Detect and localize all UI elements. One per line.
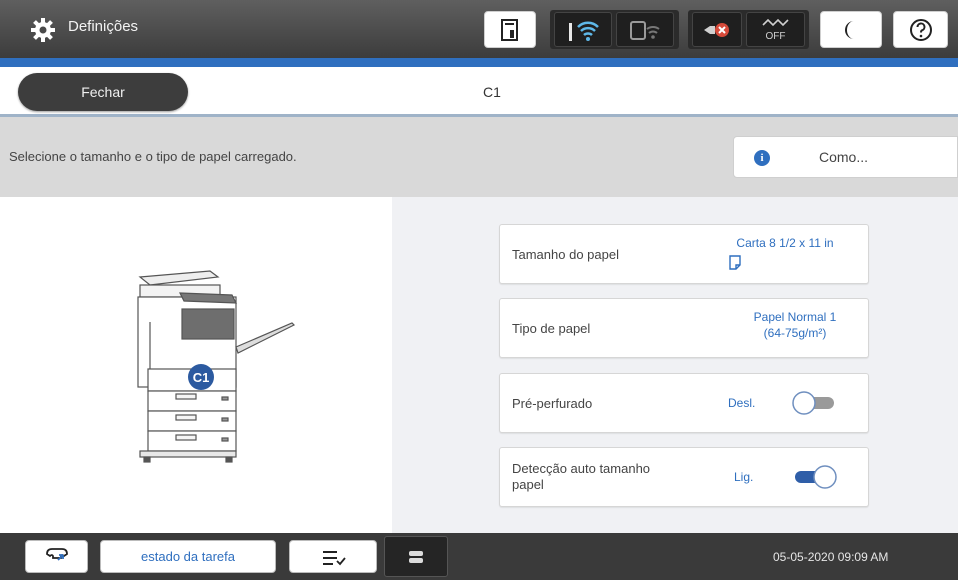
job-status-label: estado da tarefa xyxy=(141,549,235,564)
header-bar: Definições OFF xyxy=(0,0,958,58)
nav-row: Fechar C1 xyxy=(0,67,958,117)
wifi-direct-icon xyxy=(630,20,660,40)
wifi-off-label: OFF xyxy=(765,31,786,42)
sleep-button[interactable] xyxy=(820,11,882,48)
page-title: Definições xyxy=(68,18,139,35)
prepunched-value: Desl. xyxy=(728,396,756,410)
wifi-direct-status[interactable] xyxy=(616,12,674,47)
fax-status-group[interactable]: OFF xyxy=(688,10,809,49)
printer-illustration: C1 xyxy=(137,270,296,463)
auto-detect-label-line1: Detecção auto tamanho xyxy=(512,461,651,476)
paper-size-label: Tamanho do papel xyxy=(512,247,619,262)
paper-type-label: Tipo de papel xyxy=(512,321,591,336)
header-accent-strip xyxy=(0,58,958,67)
how-to-label: Como... xyxy=(819,149,869,165)
job-queue-button[interactable] xyxy=(289,540,377,573)
fax-icon xyxy=(45,547,68,561)
paper-type-setting[interactable]: Tipo de papel Papel Normal 1 (64-75g/m²) xyxy=(499,298,869,358)
auto-size-detect-setting[interactable]: Detecção auto tamanho papel Lig. xyxy=(499,447,869,507)
help-icon xyxy=(909,18,932,41)
instruction-bar: Selecione o tamanho e o tipo de papel ca… xyxy=(0,117,958,197)
paper-type-value-line1: Papel Normal 1 xyxy=(753,310,837,324)
auto-detect-value: Lig. xyxy=(734,470,754,484)
footer-bar: estado da tarefa 05-05-2020 09:09 AM xyxy=(0,533,958,580)
paper-size-icon xyxy=(729,255,741,270)
prepunched-toggle[interactable] xyxy=(790,391,838,415)
close-button[interactable]: Fechar xyxy=(18,73,188,111)
stop-icon xyxy=(409,550,423,563)
how-to-button[interactable]: i Como... xyxy=(733,136,958,178)
toner-icon xyxy=(501,18,518,41)
stop-button[interactable] xyxy=(384,536,448,577)
auto-detect-label-line2: papel xyxy=(512,477,544,492)
paper-type-value-line2: (64-75g/m²) xyxy=(763,326,827,340)
network-status-group[interactable] xyxy=(550,10,679,49)
help-button[interactable] xyxy=(893,11,948,48)
job-status-button[interactable]: estado da tarefa xyxy=(100,540,276,573)
wifi-off-icon xyxy=(761,18,789,27)
gear-icon xyxy=(31,18,55,42)
paper-size-value: Carta 8 1/2 x 11 in xyxy=(736,236,834,250)
info-icon: i xyxy=(754,150,770,166)
fax-button[interactable] xyxy=(25,540,88,573)
datetime: 05-05-2020 09:09 AM xyxy=(773,550,889,564)
sleep-moon-icon xyxy=(844,20,854,39)
wifi-off-status[interactable]: OFF xyxy=(746,12,805,47)
printer-illustration-panel: C1 xyxy=(0,197,392,533)
paper-size-setting[interactable]: Tamanho do papel Carta 8 1/2 x 11 in xyxy=(499,224,869,284)
job-queue-icon xyxy=(323,550,346,565)
auto-detect-toggle[interactable] xyxy=(793,465,841,489)
consumables-button[interactable] xyxy=(484,11,536,48)
fax-error-icon xyxy=(704,22,729,37)
wifi-icon xyxy=(569,21,599,41)
tray-badge-label: C1 xyxy=(193,370,210,385)
breadcrumb: C1 xyxy=(483,84,501,100)
fax-status[interactable] xyxy=(692,12,742,47)
prepunched-label: Pré-perfurado xyxy=(512,396,593,411)
instruction-text: Selecione o tamanho e o tipo de papel ca… xyxy=(9,149,297,164)
wifi-status[interactable] xyxy=(554,12,612,47)
prepunched-setting[interactable]: Pré-perfurado Desl. xyxy=(499,373,869,433)
